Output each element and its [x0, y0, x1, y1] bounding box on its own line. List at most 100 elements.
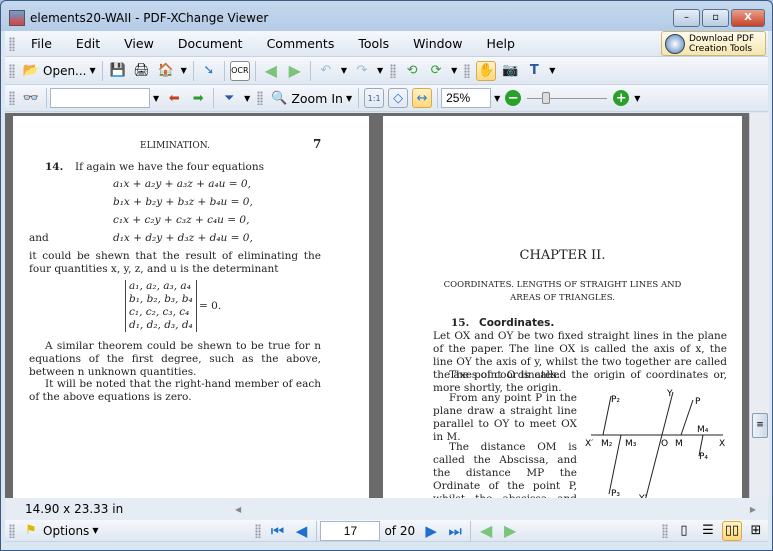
rotate-right-icon[interactable]: ⟳	[426, 61, 446, 81]
zoom-level-dropdown-icon[interactable]: ▼	[494, 94, 500, 103]
previous-page-icon[interactable]: ◀	[291, 521, 311, 541]
scrollbar-thumb[interactable]: ≡	[752, 413, 768, 438]
grip[interactable]	[9, 91, 15, 105]
ocr-button[interactable]: OCR	[229, 60, 250, 81]
det-row: c₁, c₂, c₃, c₄	[129, 306, 190, 318]
pdf-page-left: ELIMINATION. 7 14. If again we have the …	[13, 116, 369, 498]
download-creation-tools-button[interactable]: Download PDF Creation Tools	[661, 31, 766, 56]
menu-file[interactable]: File	[19, 36, 64, 51]
menu-window[interactable]: Window	[401, 36, 474, 51]
paragraph-3: It will be noted that the right-hand mem…	[29, 378, 321, 403]
menu-help[interactable]: Help	[474, 36, 527, 51]
rotate-left-icon[interactable]: ⟲	[402, 61, 422, 81]
equation-3: c₁x + c₂y + c₃z + c₄u = 0,	[113, 214, 250, 226]
find-previous-icon[interactable]: ⬅	[164, 88, 184, 108]
last-page-icon[interactable]: ⏭	[445, 521, 465, 541]
zoom-slider-thumb[interactable]	[541, 92, 550, 104]
snapshot-icon[interactable]: 📷	[500, 61, 520, 81]
menu-comments[interactable]: Comments	[255, 36, 347, 51]
zoom-out-button[interactable]: −	[505, 90, 522, 106]
actual-size-icon[interactable]: 1:1	[364, 88, 385, 108]
grip[interactable]	[255, 523, 262, 538]
print-icon[interactable]: 🖨	[132, 61, 152, 81]
menu-bar: File Edit View Document Comments Tools W…	[5, 31, 768, 57]
zoom-in-icon[interactable]: 🔍	[269, 88, 289, 108]
open-button[interactable]: Open...	[43, 64, 87, 78]
search-dropdown-icon[interactable]: ▼	[153, 94, 159, 103]
next-page-icon[interactable]: ▶	[421, 521, 441, 541]
zoom-slider[interactable]	[527, 90, 608, 106]
grip[interactable]	[662, 523, 668, 538]
find-next-icon[interactable]: ➡	[188, 88, 208, 108]
fit-width-icon[interactable]: ↔	[412, 88, 433, 108]
export-icon[interactable]: 🏠	[156, 61, 176, 81]
scroll-right-icon[interactable]: ▶	[750, 505, 756, 514]
facing-pages-icon[interactable]: ▯▯	[722, 520, 742, 541]
grip[interactable]	[9, 36, 15, 51]
paragraph-1: it could be shewn that the result of eli…	[29, 250, 321, 275]
open-folder-icon[interactable]: 📂	[21, 61, 41, 81]
page-number: 7	[313, 137, 322, 151]
label-M3: M₃	[625, 439, 637, 449]
grip[interactable]	[464, 63, 471, 78]
menu-document[interactable]: Document	[166, 36, 255, 51]
continuous-facing-icon[interactable]: ⊞	[746, 521, 766, 541]
maximize-button[interactable]: ▫	[702, 9, 729, 27]
label-X: X	[719, 439, 725, 449]
export-dropdown-icon[interactable]: ▼	[181, 66, 187, 75]
redo-icon[interactable]: ↷	[352, 61, 372, 81]
grip[interactable]	[257, 91, 264, 105]
hand-tool-icon[interactable]: ✋	[476, 60, 497, 81]
fit-page-icon[interactable]: ◇	[388, 88, 409, 108]
paragraph-2: A similar theorem could be shewn to be t…	[29, 340, 321, 378]
options-dropdown-icon[interactable]: ▼	[92, 526, 98, 535]
chapter-subtitle-2: AREAS OF TRIANGLES.	[510, 293, 615, 303]
zoom-level-input[interactable]	[441, 88, 492, 108]
label-M2: M₂	[601, 439, 613, 449]
window-title: elements20-WAII - PDF-XChange Viewer	[30, 11, 269, 25]
zoom-in-button[interactable]: Zoom In	[291, 91, 343, 106]
app-window: elements20-WAII - PDF-XChange Viewer – ▫…	[0, 0, 773, 551]
menu-view[interactable]: View	[112, 36, 166, 51]
running-header: ELIMINATION.	[140, 141, 210, 151]
label-P4: P₄	[699, 452, 708, 462]
label-M4: M₄	[697, 425, 709, 435]
save-icon[interactable]: 💾	[108, 61, 128, 81]
page-number-input[interactable]	[320, 520, 381, 541]
menu-tools[interactable]: Tools	[346, 36, 401, 51]
undo-icon[interactable]: ↶	[316, 61, 336, 81]
text-select-icon[interactable]: T	[524, 61, 544, 81]
label-P3: P₃	[611, 489, 620, 498]
line-P2M2	[602, 395, 612, 436]
grip[interactable]	[390, 63, 397, 78]
search-input[interactable]	[50, 88, 150, 108]
grip[interactable]	[9, 63, 15, 78]
forward-icon[interactable]: ▶	[285, 61, 305, 81]
intro-text: If again we have the four equations	[75, 161, 264, 173]
zoom-dropdown-icon[interactable]: ▼	[346, 94, 352, 103]
scan-icon[interactable]: ➘	[199, 61, 219, 81]
title-bar: elements20-WAII - PDF-XChange Viewer	[9, 10, 268, 26]
scroll-left-icon[interactable]: ◀	[235, 505, 241, 514]
vertical-scrollbar[interactable]: ≡	[749, 113, 769, 498]
minimize-button[interactable]: –	[673, 9, 700, 27]
single-page-icon[interactable]: ▯	[674, 521, 694, 541]
back-icon[interactable]: ◀	[261, 61, 281, 81]
det-row: a₁, a₂, a₃, a₄	[129, 280, 191, 292]
binoculars-icon[interactable]: 👓	[21, 88, 41, 108]
open-dropdown-icon[interactable]: ▼	[90, 66, 96, 75]
back-view-icon[interactable]: ◀	[476, 521, 496, 541]
grip[interactable]	[9, 523, 15, 538]
close-button[interactable]: X	[731, 9, 765, 27]
page-count: of 20	[384, 523, 416, 538]
filter-icon[interactable]: ⏷	[219, 88, 239, 108]
options-button[interactable]: Options	[43, 524, 89, 538]
forward-view-icon[interactable]: ▶	[500, 521, 520, 541]
first-page-icon[interactable]: ⏮	[267, 521, 287, 541]
document-area[interactable]: ELIMINATION. 7 14. If again we have the …	[5, 113, 749, 498]
section-number: 15.	[451, 317, 470, 329]
status-bar: 14.90 x 23.33 in ◀ ▶	[5, 498, 768, 520]
menu-edit[interactable]: Edit	[64, 36, 112, 51]
continuous-icon[interactable]: ☰	[698, 521, 718, 541]
zoom-in-plus-button[interactable]: +	[613, 90, 630, 106]
